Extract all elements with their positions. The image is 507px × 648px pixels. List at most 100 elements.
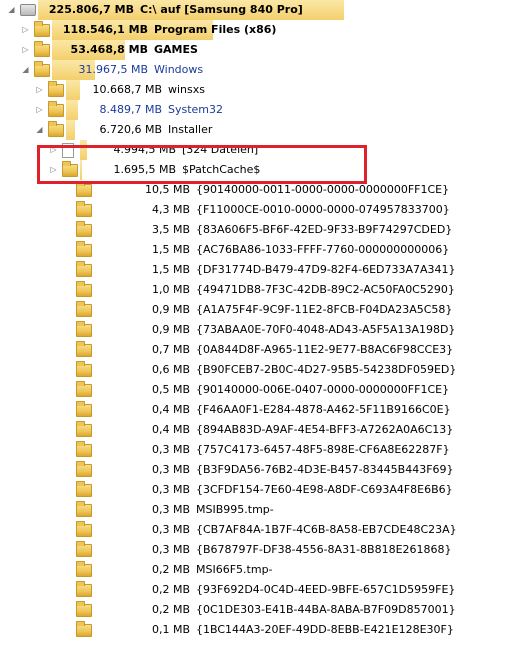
tree-row[interactable]: 0,2 MB MSI66F5.tmp- (0, 560, 507, 580)
folder-name: {B678797F-DF38-4556-8A31-8B818E261868} (196, 543, 452, 556)
tree-row[interactable]: ◢ 31.967,5 MB Windows (0, 60, 507, 80)
folder-icon (76, 501, 92, 517)
size-label: 0,9 MB (151, 323, 190, 336)
folder-icon (76, 481, 92, 497)
size-label: 0,4 MB (151, 423, 190, 436)
tree-row[interactable]: 0,3 MB {3CFDF154-7E60-4E98-A8DF-C693A4F8E… (0, 480, 507, 500)
expand-arrow-icon[interactable]: ▷ (35, 105, 44, 114)
folder-icon (48, 121, 64, 137)
size-label: 118.546,1 MB (62, 23, 148, 36)
size-label: 0,2 MB (151, 583, 190, 596)
size-label: 6.720,6 MB (99, 123, 162, 136)
folder-icon (76, 321, 92, 337)
folder-icon (76, 241, 92, 257)
tree-row[interactable]: 0,9 MB {73ABAA0E-70F0-4048-AD43-A5F5A13A1… (0, 320, 507, 340)
tree-row[interactable]: ◢ 225.806,7 MB C:\ auf [Samsung 840 Pro] (0, 0, 507, 20)
size-label: 8.489,7 MB (99, 103, 162, 116)
tree-row[interactable]: 1,5 MB {AC76BA86-1033-FFFF-7760-000000000… (0, 240, 507, 260)
folder-name: {B90FCEB7-2B0C-4D27-95B5-54238DF059ED} (196, 363, 457, 376)
tree-row[interactable]: 0,3 MB {757C4173-6457-48F5-898E-CF6A8E622… (0, 440, 507, 460)
tree-row[interactable]: 0,5 MB {90140000-006E-0407-0000-0000000FF… (0, 380, 507, 400)
size-label: 31.967,5 MB (78, 63, 148, 76)
tree-row[interactable]: ▷ 10.668,7 MB winsxs (0, 80, 507, 100)
tree-row[interactable]: ▷ 8.489,7 MB System32 (0, 100, 507, 120)
size-label: 0,3 MB (151, 523, 190, 536)
folder-name: {894AB83D-A9AF-4E54-BFF3-A7262A0A6C13} (196, 423, 454, 436)
folder-name: {CB7AF84A-1B7F-4C6B-8A58-EB7CDE48C23A} (196, 523, 457, 536)
folder-icon (76, 541, 92, 557)
folder-name: {73ABAA0E-70F0-4048-AD43-A5F5A13A198D} (196, 323, 456, 336)
collapse-arrow-icon[interactable]: ◢ (21, 65, 30, 74)
folder-name: MSI66F5.tmp- (196, 563, 273, 576)
size-label: 0,3 MB (151, 443, 190, 456)
folder-icon (76, 441, 92, 457)
folder-name: {0C1DE303-E41B-44BA-8ABA-B7F09D857001} (196, 603, 456, 616)
folder-name: {1BC144A3-20EF-49DD-8EBB-E421E128E30F} (196, 623, 454, 636)
expand-arrow-icon[interactable]: ▷ (21, 45, 30, 54)
folder-icon (76, 561, 92, 577)
expand-arrow-icon[interactable]: ▷ (21, 25, 30, 34)
size-label: 10.668,7 MB (92, 83, 162, 96)
tree-row[interactable]: 4,3 MB {F11000CE-0010-0000-0000-074957833… (0, 200, 507, 220)
folder-name: {F11000CE-0010-0000-0000-074957833700} (196, 203, 450, 216)
folder-icon (76, 401, 92, 417)
tree-row[interactable]: 0,7 MB {0A844D8F-A965-11E2-9E77-B8AC6F98C… (0, 340, 507, 360)
folder-icon (76, 381, 92, 397)
folder-name: {DF31774D-B479-47D9-82F4-6ED733A7A341} (196, 263, 456, 276)
folder-icon (48, 81, 64, 97)
tree-row[interactable]: 1,0 MB {49471DB8-7F3C-42DB-89C2-AC50FA0C5… (0, 280, 507, 300)
folder-name: {90140000-006E-0407-0000-0000000FF1CE} (196, 383, 450, 396)
folder-icon (48, 101, 64, 117)
drive-icon (20, 4, 36, 16)
folder-name: Installer (168, 123, 213, 136)
size-label: 0,7 MB (151, 343, 190, 356)
collapse-arrow-icon[interactable]: ◢ (35, 125, 44, 134)
size-label: 0,5 MB (151, 383, 190, 396)
tree-row[interactable]: 0,3 MB MSIB995.tmp- (0, 500, 507, 520)
folder-icon (76, 461, 92, 477)
tree-row[interactable]: ▷ 118.546,1 MB Program Files (x86) (0, 20, 507, 40)
folder-name: {A1A75F4F-9C9F-11E2-8FCB-F04DA23A5C58} (196, 303, 453, 316)
size-label: 3,5 MB (151, 223, 190, 236)
tree-row[interactable]: 0,4 MB {894AB83D-A9AF-4E54-BFF3-A7262A0A6… (0, 420, 507, 440)
folder-name: {B3F9DA56-76B2-4D3E-B457-83445B443F69} (196, 463, 454, 476)
tree-row[interactable]: 0,3 MB {B678797F-DF38-4556-8A31-8B818E261… (0, 540, 507, 560)
size-label: 0,6 MB (151, 363, 190, 376)
highlight-box (37, 145, 367, 184)
folder-icon (76, 361, 92, 377)
folder-icon (76, 601, 92, 617)
folder-name: {83A606F5-BF6F-42ED-9F33-B9F74297CDED} (196, 223, 453, 236)
tree-row[interactable]: 0,3 MB {CB7AF84A-1B7F-4C6B-8A58-EB7CDE48C… (0, 520, 507, 540)
tree-row[interactable]: ▷ 53.468,8 MB GAMES (0, 40, 507, 60)
folder-name: {757C4173-6457-48F5-898E-CF6A8E62287F} (196, 443, 450, 456)
tree-row[interactable]: ◢ 6.720,6 MB Installer (0, 120, 507, 140)
tree-row[interactable]: 1,5 MB {DF31774D-B479-47D9-82F4-6ED733A7A… (0, 260, 507, 280)
folder-icon (34, 21, 50, 37)
size-label: 1,0 MB (151, 283, 190, 296)
size-label: 225.806,7 MB (48, 3, 134, 16)
tree-row[interactable]: 0,6 MB {B90FCEB7-2B0C-4D27-95B5-54238DF05… (0, 360, 507, 380)
folder-icon (76, 421, 92, 437)
folder-name: System32 (168, 103, 224, 116)
folder-icon (76, 221, 92, 237)
tree-row[interactable]: 0,4 MB {F46AA0F1-E284-4878-A462-5F11B9166… (0, 400, 507, 420)
folder-icon (76, 281, 92, 297)
tree-row[interactable]: 0,3 MB {B3F9DA56-76B2-4D3E-B457-83445B443… (0, 460, 507, 480)
tree-row[interactable]: 0,2 MB {93F692D4-0C4D-4EED-9BFE-657C1D595… (0, 580, 507, 600)
folder-name: Program Files (x86) (154, 23, 277, 36)
size-label: 0,3 MB (151, 463, 190, 476)
tree-row[interactable]: 0,1 MB {1BC144A3-20EF-49DD-8EBB-E421E128E… (0, 620, 507, 640)
size-label: 1,5 MB (151, 263, 190, 276)
size-label: 0,4 MB (151, 403, 190, 416)
folder-icon (76, 181, 92, 197)
collapse-arrow-icon[interactable]: ◢ (7, 5, 16, 14)
tree-row[interactable]: 0,2 MB {0C1DE303-E41B-44BA-8ABA-B7F09D857… (0, 600, 507, 620)
expand-arrow-icon[interactable]: ▷ (35, 85, 44, 94)
folder-icon (76, 581, 92, 597)
tree-row[interactable]: 3,5 MB {83A606F5-BF6F-42ED-9F33-B9F74297C… (0, 220, 507, 240)
size-label: 0,3 MB (151, 543, 190, 556)
tree-row[interactable]: 0,9 MB {A1A75F4F-9C9F-11E2-8FCB-F04DA23A5… (0, 300, 507, 320)
size-label: 1,5 MB (151, 243, 190, 256)
folder-icon (76, 301, 92, 317)
folder-icon (76, 521, 92, 537)
